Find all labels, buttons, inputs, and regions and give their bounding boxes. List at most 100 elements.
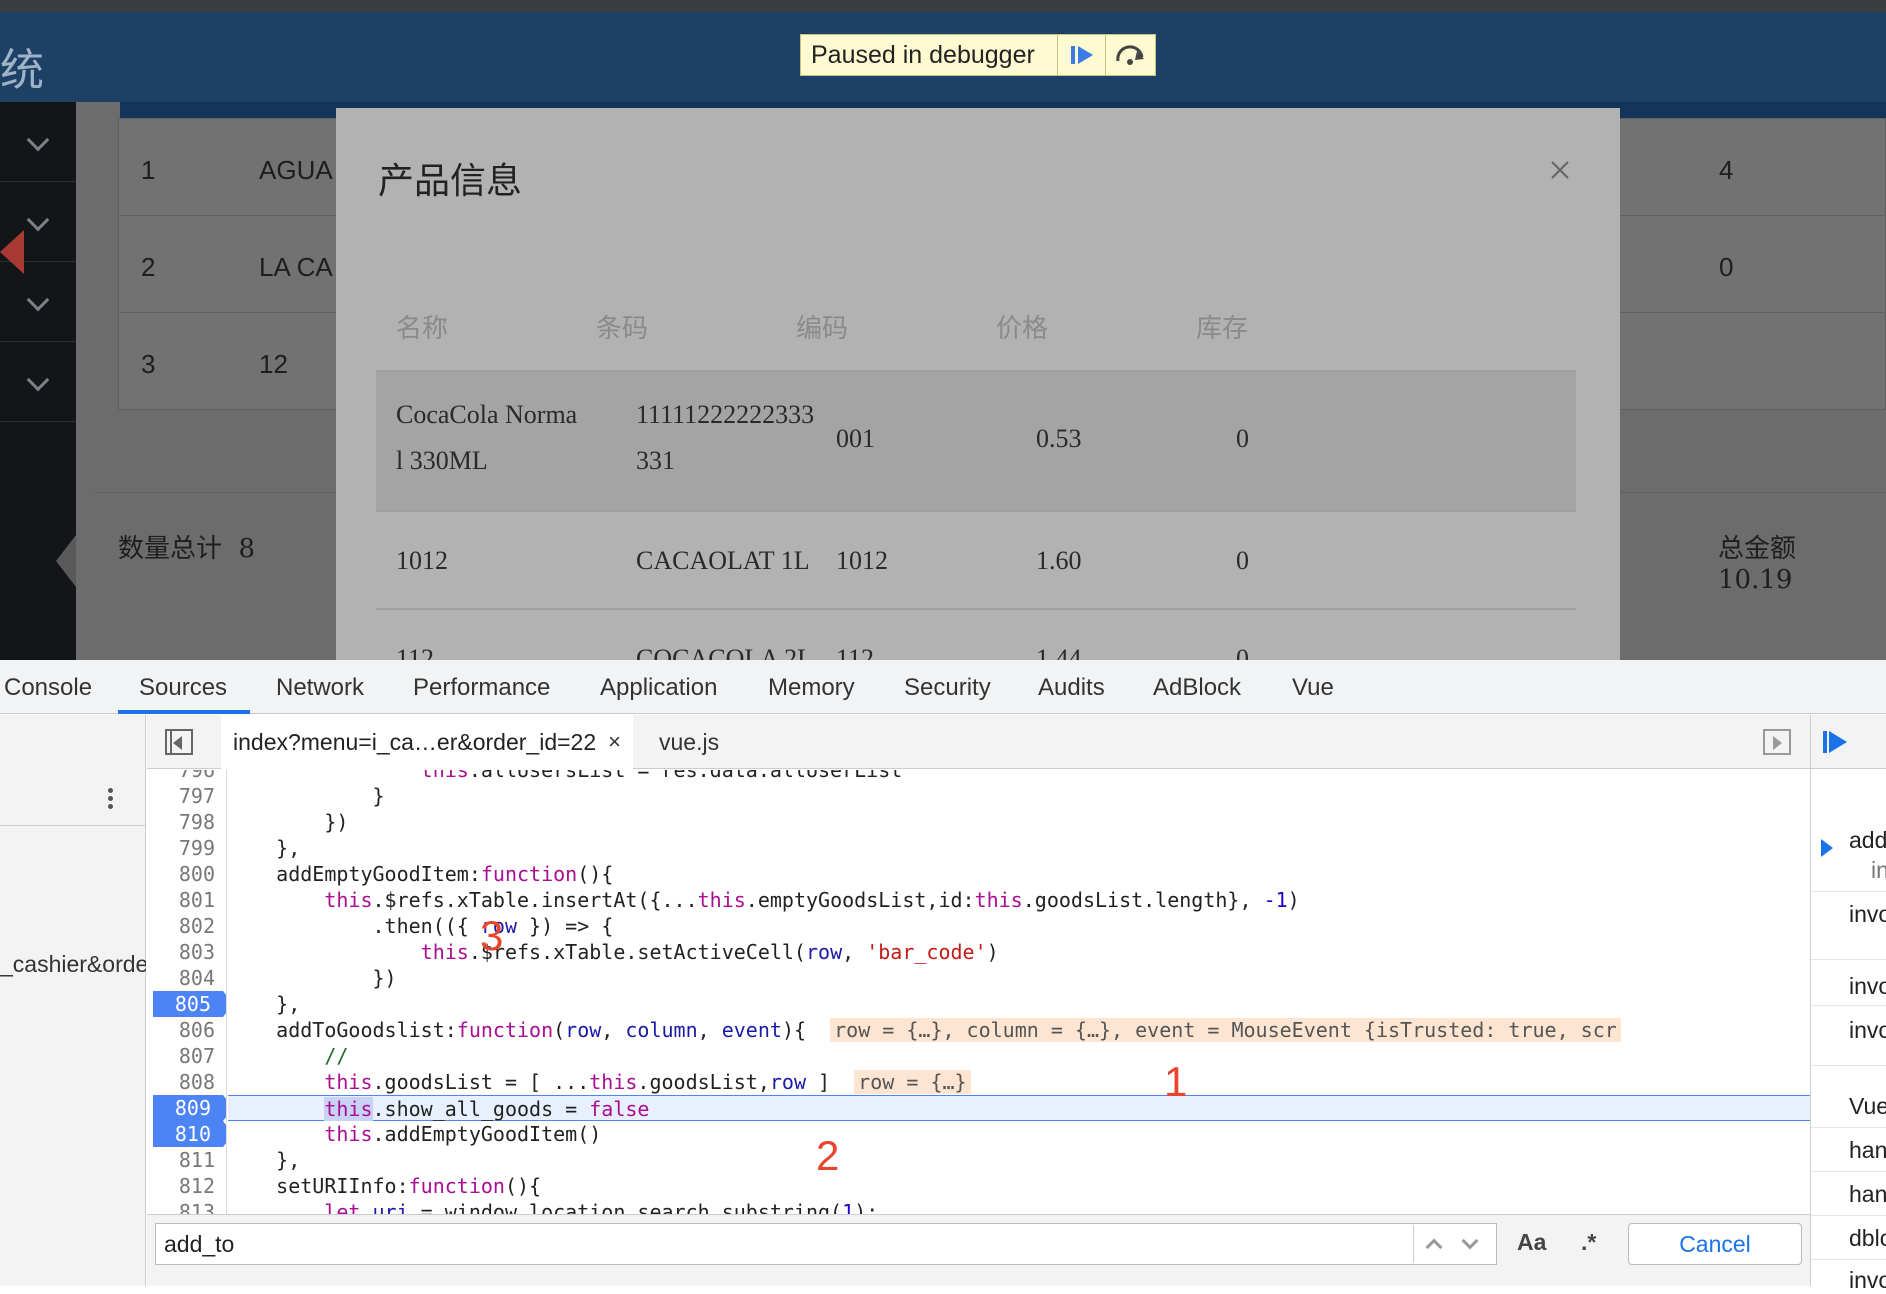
line-number[interactable]: 806 [147,1017,226,1043]
tab-network[interactable]: Network [276,674,364,702]
chevron-down-icon [26,288,50,312]
step-over-button[interactable] [1105,35,1153,75]
code-line: setURIInfo:function(){ [228,1174,542,1198]
toggle-navigator-icon[interactable] [165,729,193,755]
code-line: addEmptyGoodItem:function(){ [228,862,614,886]
tab-sources[interactable]: Sources [139,674,227,702]
tab-memory[interactable]: Memory [768,674,855,702]
search-input[interactable] [155,1223,1497,1265]
call-frame[interactable]: han [1849,1137,1886,1164]
code-line: }) [228,810,349,834]
tab-vue[interactable]: Vue [1292,674,1334,702]
product-price: 1.60 [1036,546,1082,575]
resume-icon-bar [1823,731,1827,753]
table-row[interactable]: CocaCola Norma l 330ML 11111222222333 331 … [376,372,1576,760]
divider [1811,1127,1886,1128]
current-frame-arrow-icon [1821,839,1833,857]
sidebar-item[interactable] [0,342,76,422]
line-number[interactable]: 813 [147,1199,226,1214]
table-row[interactable]: 1012 CACAOLAT 1L 1012 1.60 0 [376,514,1576,610]
annotation-3: 3 [480,912,504,959]
call-frame[interactable]: add [1849,827,1886,854]
call-frame[interactable]: dblc [1849,1225,1886,1252]
line-number[interactable]: 796 [147,770,226,783]
line-number[interactable]: 799 [147,835,226,861]
call-frame[interactable]: Vue [1849,1093,1886,1120]
product-price: 0.53 [1036,424,1082,453]
annotation-2: 2 [816,1132,840,1179]
next-match-icon[interactable] [1461,1232,1479,1250]
active-tab-indicator [118,710,250,714]
line-number[interactable]: 801 [147,887,226,913]
call-frame[interactable]: invo [1849,901,1886,928]
sidebar-item[interactable] [0,262,76,342]
devtools-tab-bar: Console Sources Network Performance Appl… [0,660,1886,714]
code-line: this.goodsList = [ ...this.goodsList,row… [228,1069,1810,1095]
breakpoint-line-number[interactable]: 805 [153,991,226,1017]
resume-icon [1070,46,1093,64]
code-line: }, [228,992,301,1016]
resume-button[interactable] [1057,35,1105,75]
divider [1811,1171,1886,1172]
tab-console[interactable]: Console [4,674,92,702]
product-name-line2: l 330ML [396,446,488,475]
call-frame[interactable]: invo [1849,1017,1886,1044]
tab-adblock[interactable]: AdBlock [1153,674,1241,702]
line-number[interactable]: 798 [147,809,226,835]
divider [1811,1005,1886,1006]
sidebar-collapse-notch[interactable] [56,535,76,587]
line-number[interactable]: 800 [147,861,226,887]
code-line: } [228,784,385,808]
tab-audits[interactable]: Audits [1038,674,1105,702]
toggle-debugger-icon[interactable] [1763,729,1791,755]
resume-icon[interactable] [1829,731,1847,753]
line-number[interactable]: 803 [147,939,226,965]
close-tab-icon[interactable]: × [608,729,621,755]
sidebar-item[interactable] [0,102,76,182]
line-number[interactable]: 807 [147,1043,226,1069]
line-number-gutter[interactable]: 796 797 798 799 800 801 802 803 804 805 … [147,770,227,1214]
line-number[interactable]: 804 [147,965,226,991]
chevron-down-icon [26,208,50,232]
table-row[interactable]: 112 COCACOLA 2L 112 1.44 0 [376,612,1576,660]
line-number[interactable]: 812 [147,1173,226,1199]
row-index: 2 [141,252,156,282]
breakpoint-line-number[interactable]: 809 [153,1095,226,1121]
column-header: 条码 [596,314,649,344]
call-frame[interactable]: invo [1849,1267,1886,1294]
product-barcode: CACAOLAT 1L [636,546,810,575]
cancel-button[interactable]: Cancel [1628,1223,1802,1265]
call-frame[interactable]: invo [1849,973,1886,1000]
tab-performance[interactable]: Performance [413,674,550,702]
line-number[interactable]: 797 [147,783,226,809]
product-barcode: 11111222222333 331 [636,392,814,484]
row-name: LA CA [259,252,333,282]
match-case-button[interactable]: Aa [1517,1229,1546,1256]
search-navigation [1413,1225,1493,1263]
product-price: 1.44 [1036,644,1082,660]
editor-file-tabs: index?menu=i_ca…er&order_id=22 × vue.js [147,715,1810,769]
line-number[interactable]: 808 [147,1069,226,1095]
file-tab-index[interactable]: index?menu=i_ca…er&order_id=22 × [221,715,633,769]
file-tab-vue[interactable]: vue.js [659,729,719,756]
product-stock: 0 [1236,546,1249,575]
close-icon[interactable] [1542,152,1578,188]
code-editor[interactable]: this.allUsersList = res.data.allUserList… [228,770,1810,1214]
regex-button[interactable]: .* [1581,1229,1596,1256]
code-line: }, [228,1148,301,1172]
tab-application[interactable]: Application [600,674,717,702]
breakpoint-line-number[interactable]: 810 [153,1121,226,1147]
line-number[interactable]: 811 [147,1147,226,1173]
previous-match-icon[interactable] [1425,1238,1443,1256]
divider [1811,1259,1886,1260]
navigator-file-item[interactable]: _cashier&orde [0,951,146,978]
code-line: let uri = window.location.search.substri… [324,1200,879,1214]
line-number[interactable]: 802 [147,913,226,939]
code-line: }) [228,966,397,990]
more-options-icon[interactable] [108,785,114,812]
row-index: 1 [141,155,156,185]
product-code: 001 [836,424,875,453]
tab-security[interactable]: Security [904,674,991,702]
debugger-sidebar: add in invo invo invo Vue han han dblc i… [1810,715,1886,1293]
call-frame[interactable]: han [1849,1181,1886,1208]
